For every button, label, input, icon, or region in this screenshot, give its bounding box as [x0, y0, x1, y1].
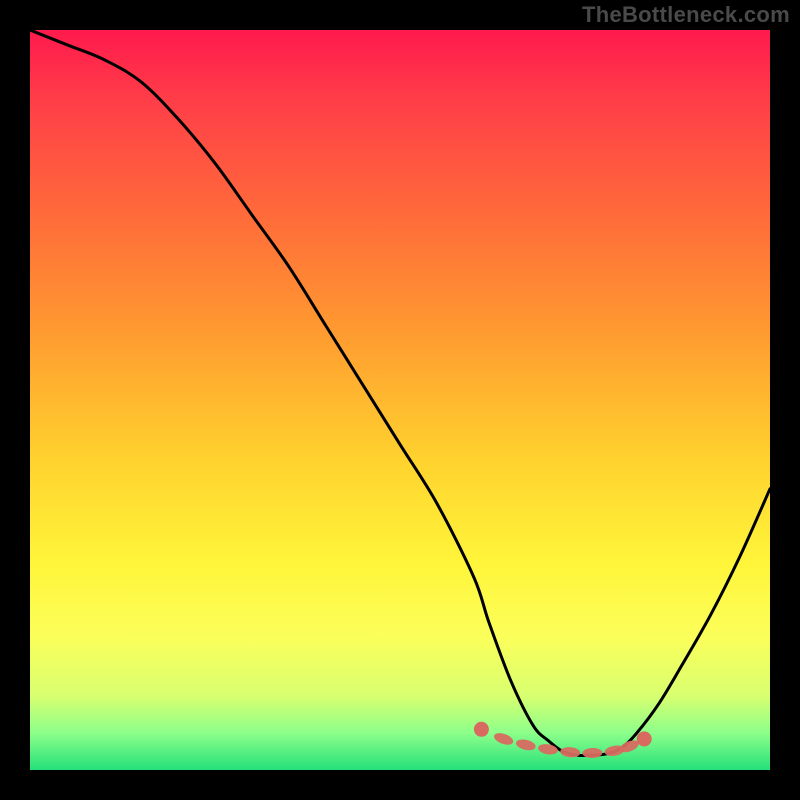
marker-dot	[474, 722, 488, 736]
bottleneck-curve	[30, 30, 770, 756]
watermark-text: TheBottleneck.com	[582, 2, 790, 28]
marker-dot	[637, 732, 651, 746]
chart-frame: TheBottleneck.com	[0, 0, 800, 800]
chart-svg	[30, 30, 770, 770]
marker-dash	[493, 731, 515, 747]
marker-dash	[515, 738, 537, 752]
plot-outer	[30, 30, 770, 770]
highlight-markers	[474, 722, 651, 758]
marker-dash	[537, 743, 558, 756]
plot-area	[30, 30, 770, 770]
